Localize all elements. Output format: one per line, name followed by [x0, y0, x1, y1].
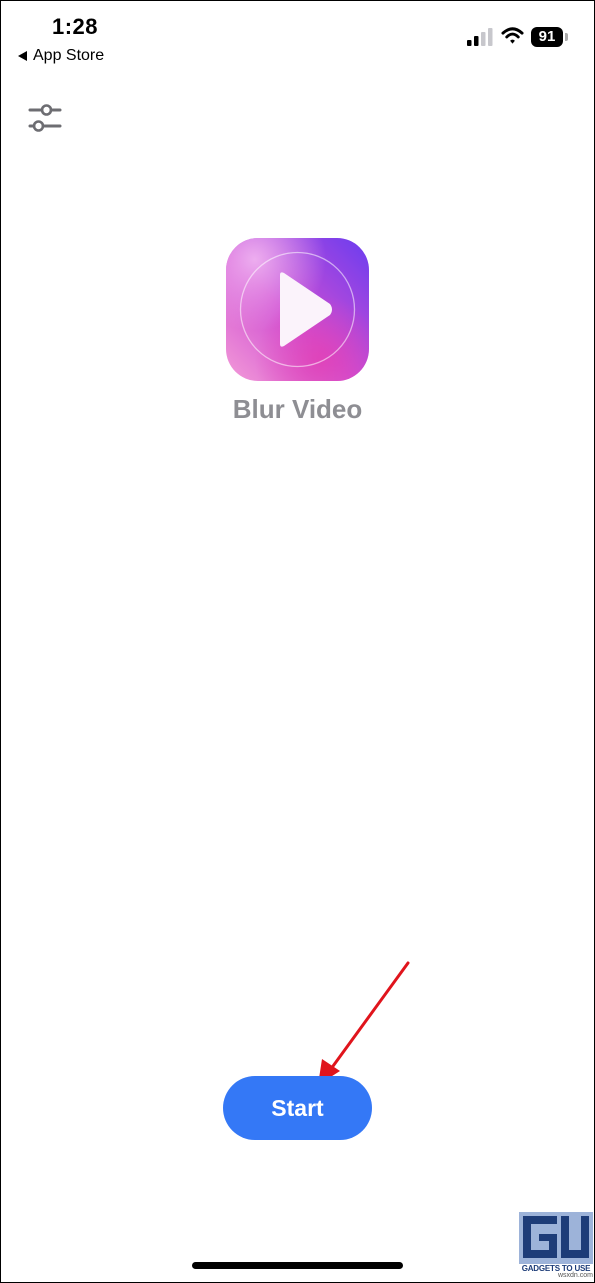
signal-icon — [467, 28, 493, 46]
start-button[interactable]: Start — [223, 1076, 372, 1140]
battery-icon: 91 — [531, 27, 563, 47]
watermark: GADGETS TO USE wsxdn.com — [519, 1212, 593, 1280]
watermark-site: wsxdn.com — [557, 1272, 593, 1279]
status-time: 1:28 — [52, 14, 99, 39]
back-arrow-icon — [18, 51, 27, 61]
battery-cap — [565, 33, 568, 41]
wifi-icon — [501, 27, 524, 44]
home-indicator[interactable] — [192, 1262, 403, 1269]
app-name: Blur Video — [232, 394, 363, 424]
app-icon — [226, 238, 369, 381]
back-app-label: App Store — [33, 47, 105, 64]
gadgets-to-use-logo — [519, 1212, 593, 1264]
sliders-icon[interactable] — [24, 100, 66, 140]
back-to-app-store[interactable]: App Store — [18, 47, 104, 65]
